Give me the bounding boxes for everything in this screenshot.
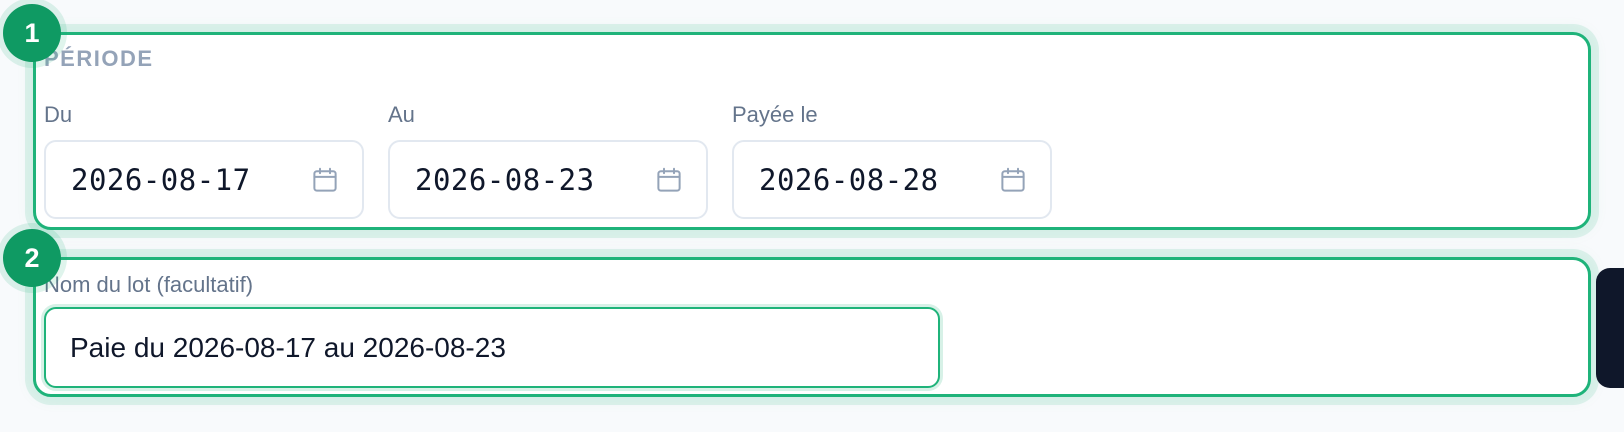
step-badge-2: 2 — [3, 229, 61, 287]
calendar-icon[interactable] — [654, 165, 684, 195]
payee-le-date-value: 2026-08-28 — [759, 162, 939, 197]
batch-name-value: Paie du 2026-08-17 au 2026-08-23 — [70, 331, 506, 363]
batch-name-input[interactable]: Paie du 2026-08-17 au 2026-08-23 — [44, 307, 940, 388]
batch-name-label: Nom du lot (facultatif) — [44, 272, 254, 297]
payee-le-date-input[interactable]: 2026-08-28 — [732, 140, 1052, 219]
du-date-input[interactable]: 2026-08-17 — [44, 140, 364, 219]
period-heading: PÉRIODE — [44, 46, 154, 71]
du-label: Du — [44, 102, 73, 127]
au-date-value: 2026-08-23 — [415, 162, 595, 197]
action-button[interactable] — [1596, 268, 1624, 388]
payroll-form: 1 PÉRIODE Du 2026-08-17 Au 2026-08-23 Pa… — [0, 0, 1624, 432]
au-label: Au — [388, 102, 415, 127]
calendar-icon[interactable] — [310, 165, 340, 195]
au-date-input[interactable]: 2026-08-23 — [388, 140, 708, 219]
calendar-icon[interactable] — [998, 165, 1028, 195]
step-badge-1: 1 — [3, 4, 61, 62]
payee-le-label: Payée le — [732, 102, 818, 127]
du-date-value: 2026-08-17 — [71, 162, 251, 197]
